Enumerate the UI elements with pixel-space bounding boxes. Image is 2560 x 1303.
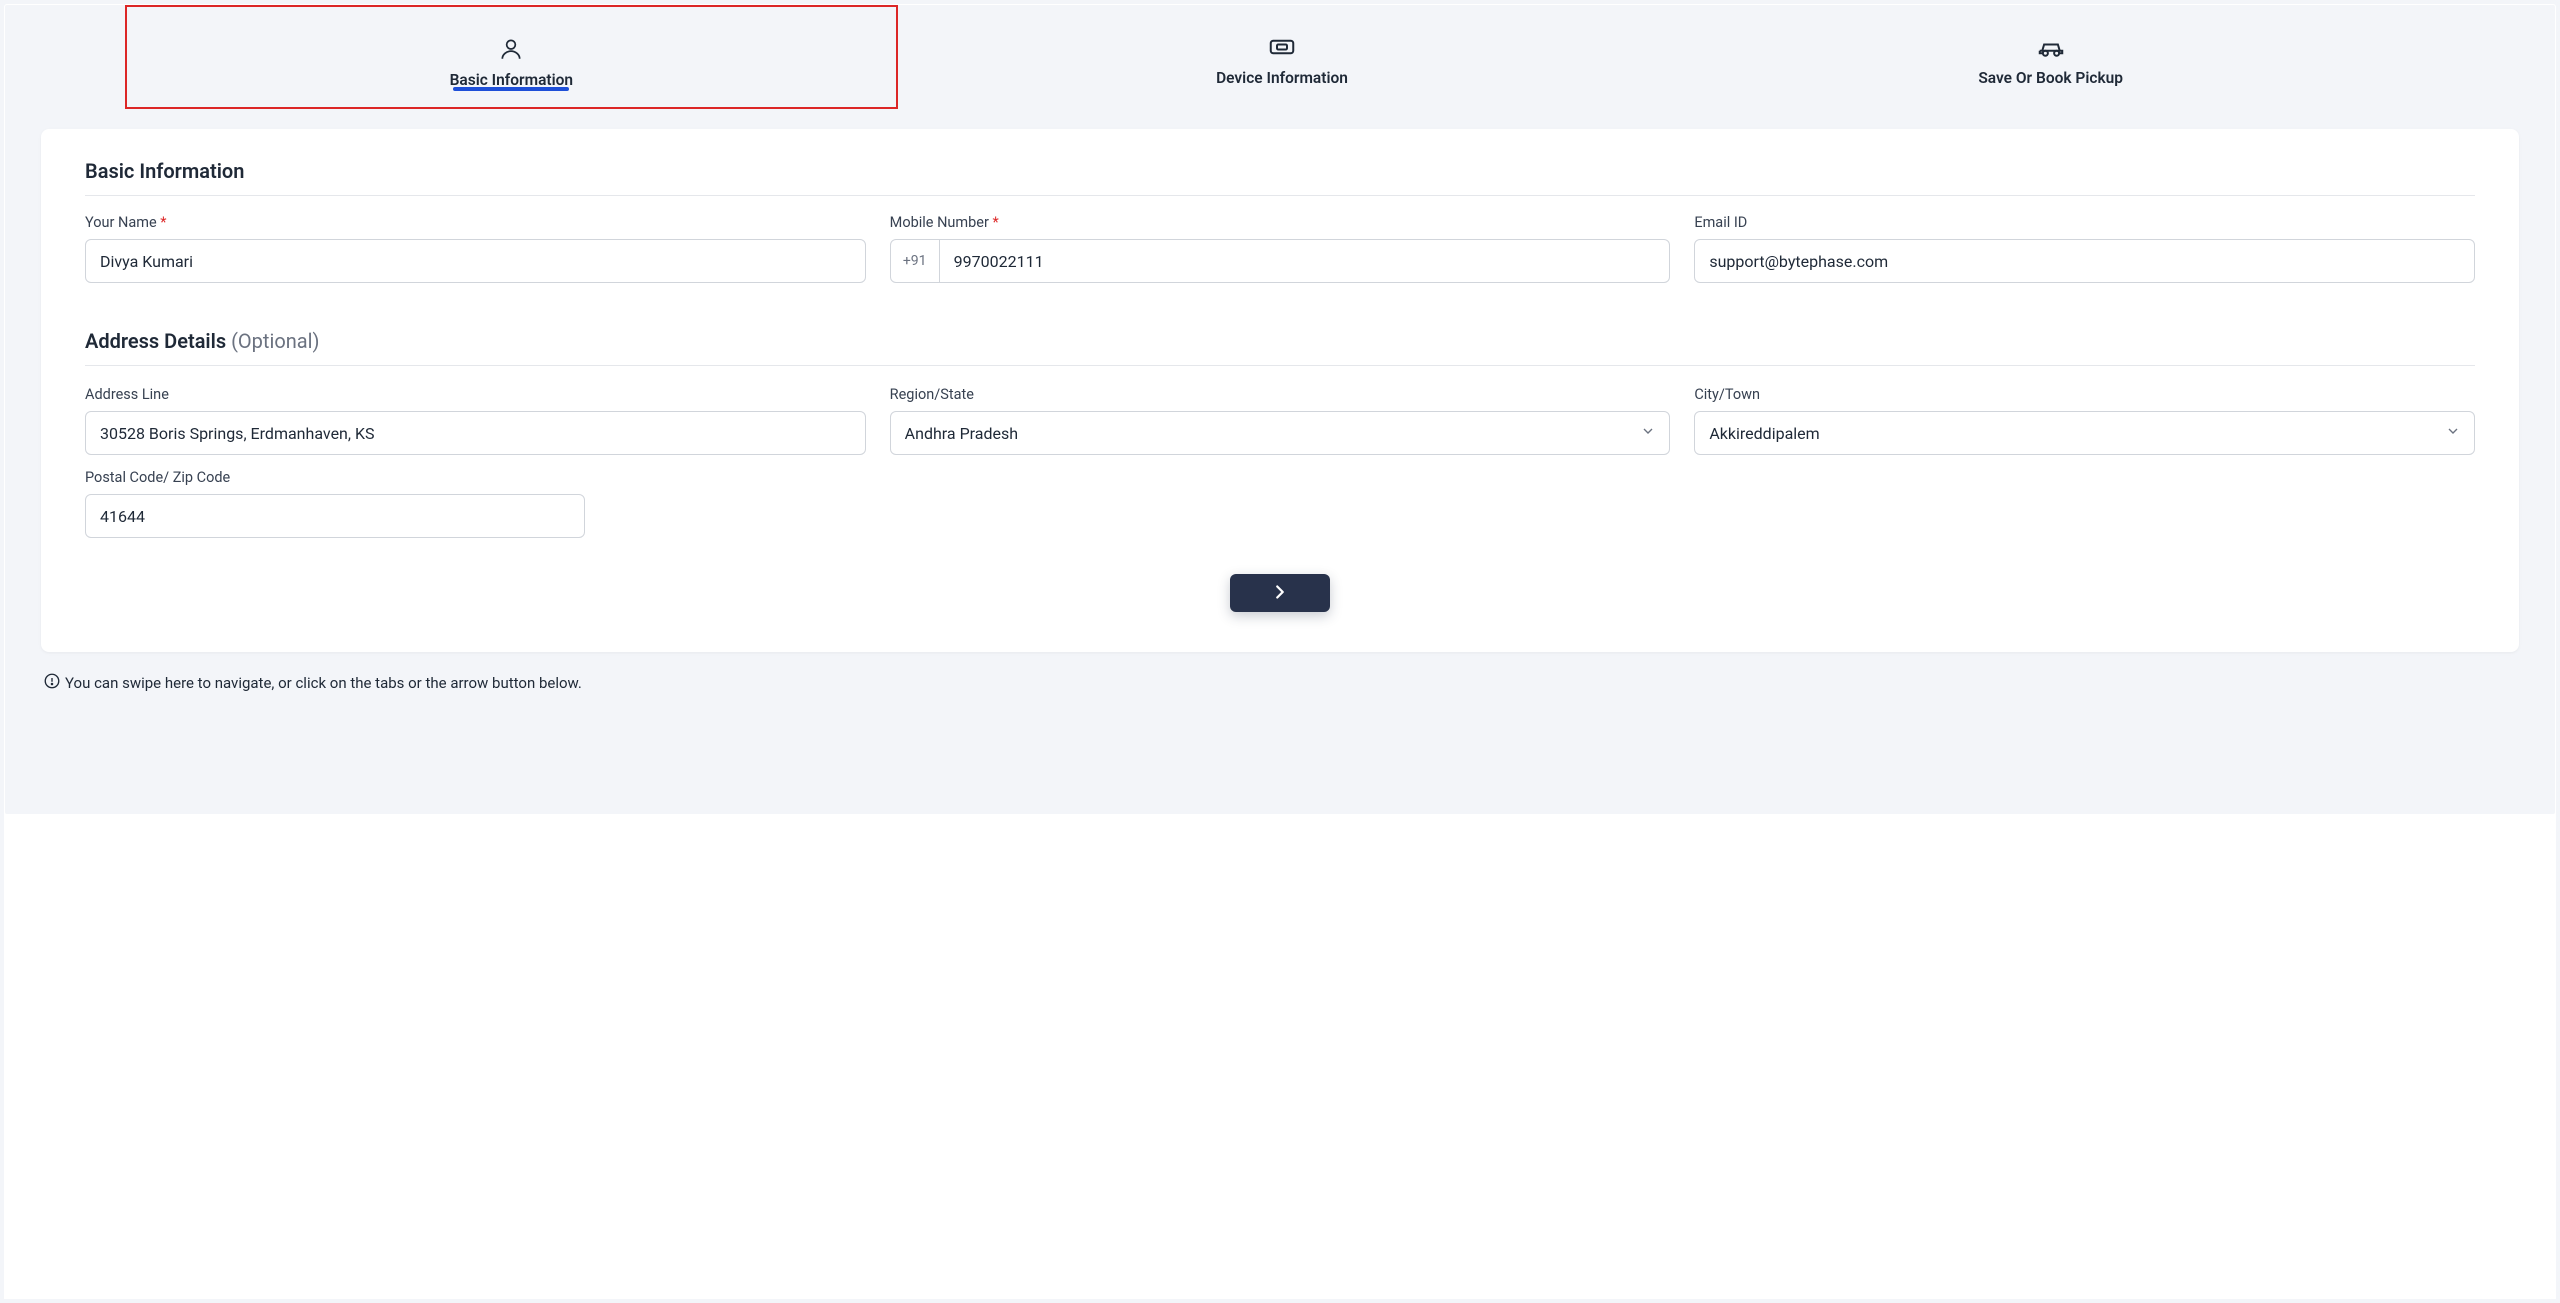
hint-text: You can swipe here to navigate, or click… — [43, 672, 2517, 694]
tab-basic-information[interactable]: Basic Information — [125, 5, 898, 109]
step-tabs: Basic Information Device Information — [5, 5, 2555, 109]
address-line-label: Address Line — [85, 386, 866, 403]
address-line-input[interactable] — [85, 411, 866, 455]
mobile-label: Mobile Number * — [890, 214, 1671, 231]
email-label: Email ID — [1694, 214, 2475, 231]
tab-label: Save Or Book Pickup — [1978, 69, 2123, 87]
mobile-input[interactable] — [940, 239, 1671, 283]
phone-country-code[interactable]: +91 — [890, 239, 940, 283]
region-label: Region/State — [890, 386, 1671, 403]
info-icon — [43, 672, 61, 694]
person-icon — [495, 33, 527, 65]
tab-save-or-book-pickup[interactable]: Save Or Book Pickup — [1666, 5, 2435, 109]
next-button[interactable] — [1230, 574, 1330, 612]
city-select[interactable] — [1694, 411, 2475, 455]
region-select[interactable] — [890, 411, 1671, 455]
tab-device-information[interactable]: Device Information — [898, 5, 1667, 109]
name-label: Your Name * — [85, 214, 866, 231]
chevron-right-icon — [1269, 581, 1291, 606]
basic-info-title: Basic Information — [85, 159, 2475, 196]
ticket-icon — [1266, 31, 1298, 63]
car-icon — [2035, 31, 2067, 63]
postal-label: Postal Code/ Zip Code — [85, 469, 585, 486]
address-details-title: Address Details (Optional) — [85, 329, 2475, 366]
email-input[interactable] — [1694, 239, 2475, 283]
name-input[interactable] — [85, 239, 866, 283]
city-label: City/Town — [1694, 386, 2475, 403]
active-tab-underline — [453, 87, 569, 91]
tab-label: Device Information — [1216, 69, 1348, 87]
postal-input[interactable] — [85, 494, 585, 538]
form-card: Basic Information Your Name * Mobile Num… — [41, 129, 2519, 652]
